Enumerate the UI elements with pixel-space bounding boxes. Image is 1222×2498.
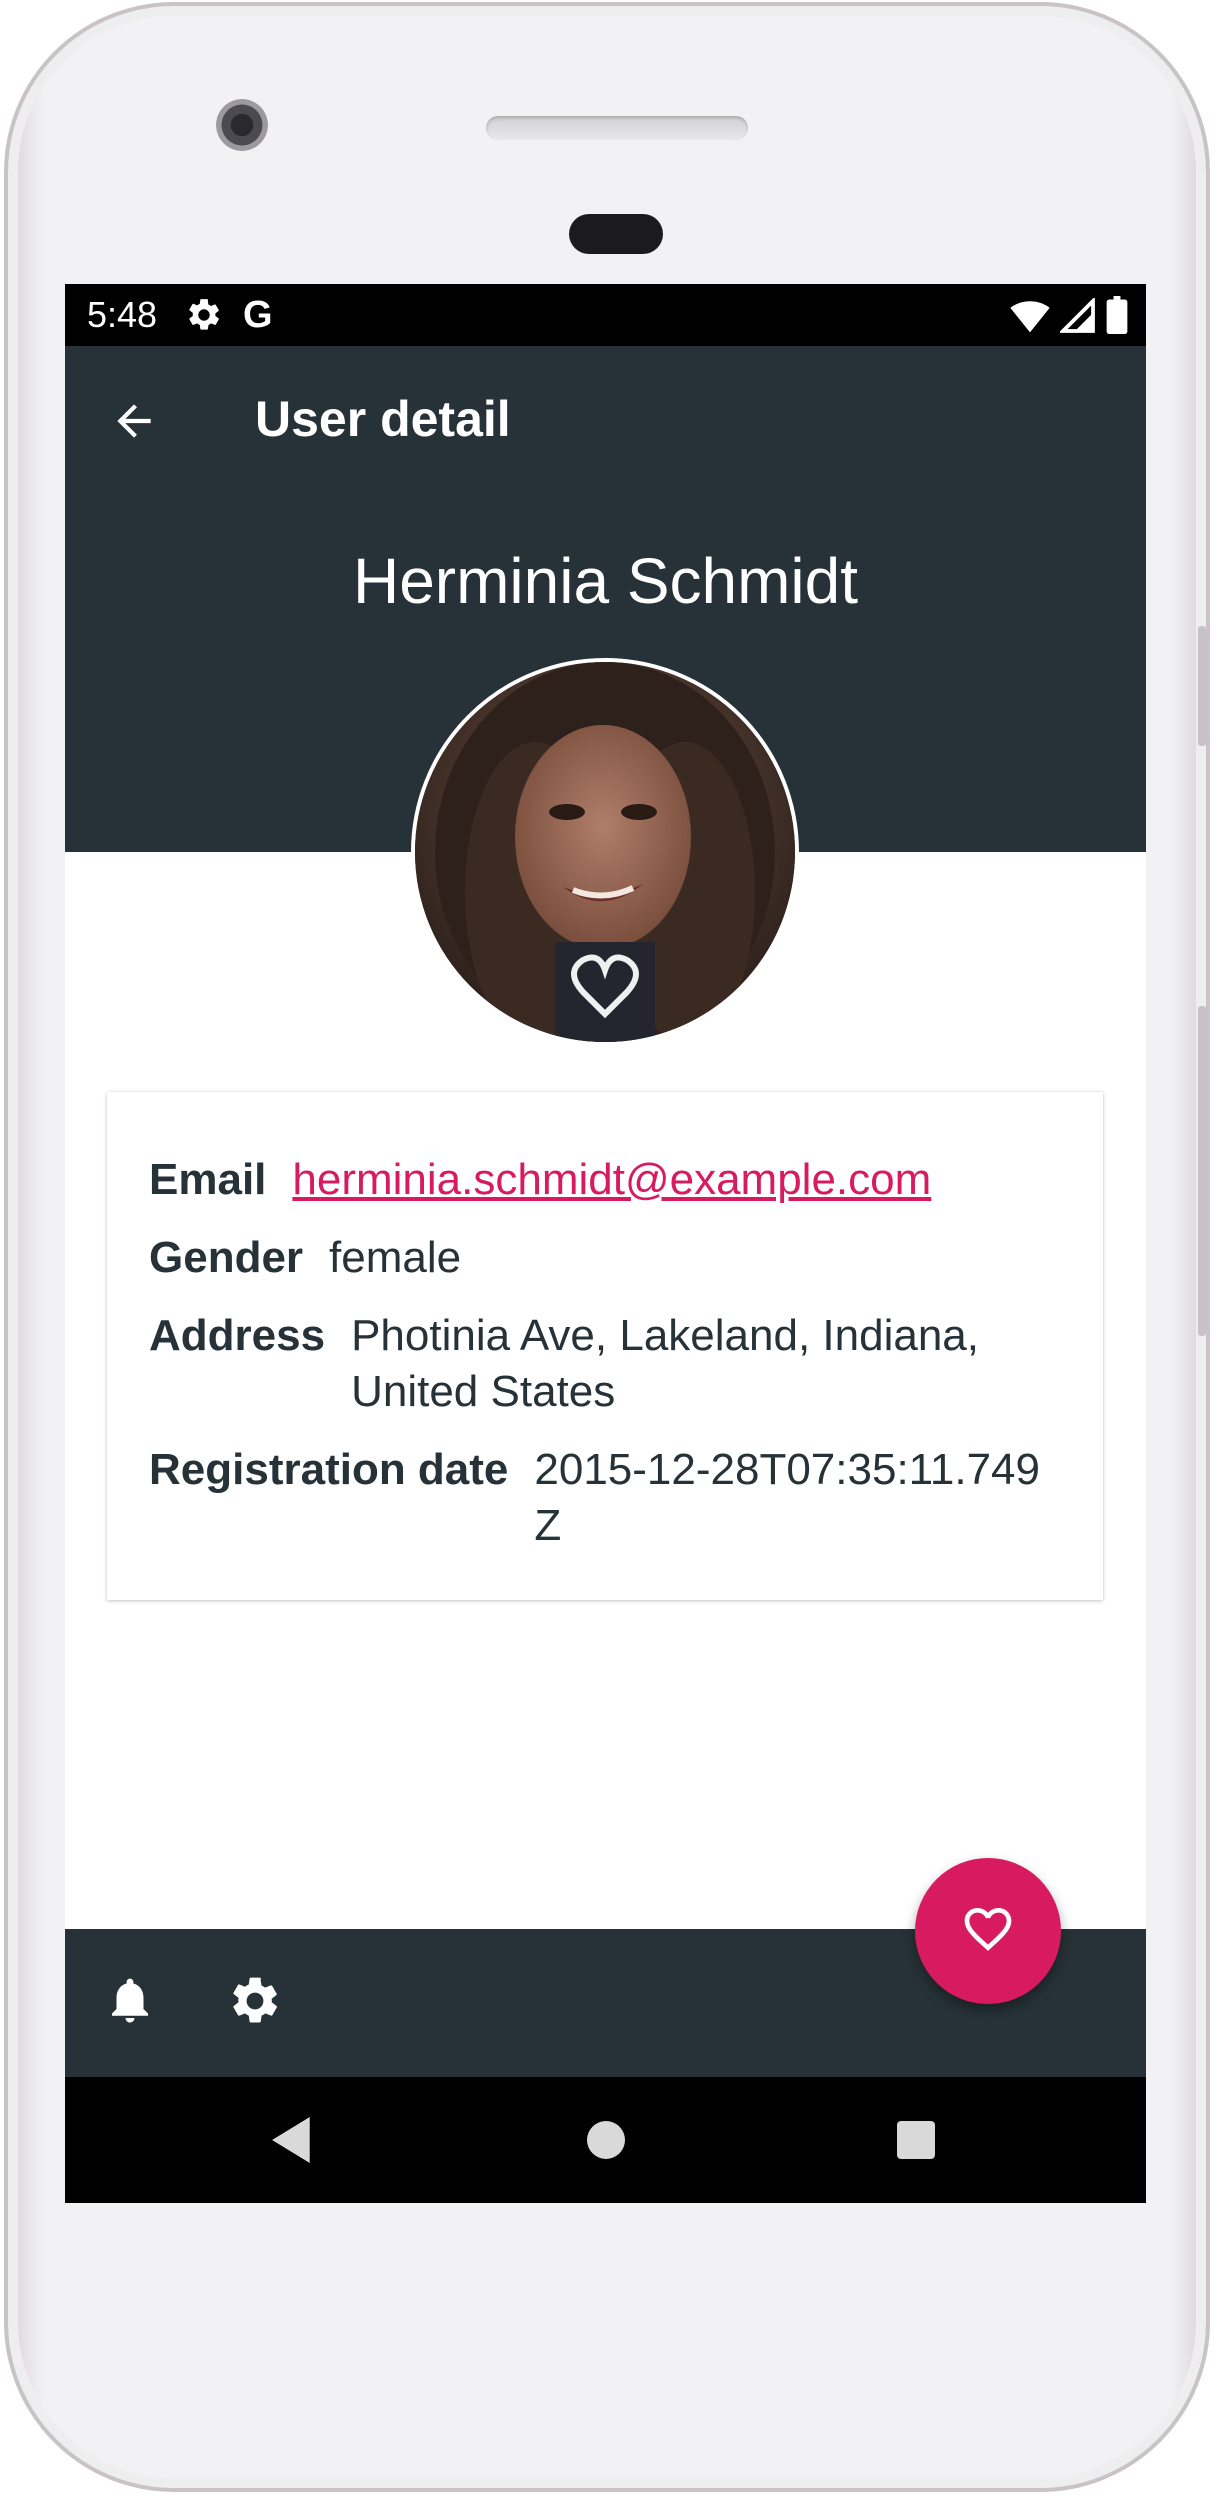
gear-icon [185, 296, 223, 339]
address-value: Photinia Ave, Lakeland, Indiana, United … [351, 1311, 979, 1416]
system-nav-bar [65, 2077, 1146, 2203]
registration-value: 2015-12-28T07:35:11.749Z [534, 1445, 1040, 1550]
email-link[interactable]: herminia.schmidt@example.com [292, 1152, 931, 1208]
favorite-fab-button[interactable] [915, 1858, 1061, 2004]
heart-outline-icon [960, 1901, 1016, 1962]
volume-button [1198, 626, 1206, 746]
earpiece-speaker [486, 116, 748, 140]
status-indicators [1010, 296, 1128, 339]
gender-label: Gender [149, 1233, 304, 1282]
user-name: Herminia Schmidt [352, 545, 859, 617]
registration-label: Registration date [149, 1445, 509, 1494]
front-camera [216, 99, 268, 151]
email-label: Email [149, 1155, 267, 1204]
nav-recents-icon[interactable] [897, 2121, 935, 2159]
screen: 5:48 G User detail Herminia Schmidt Emai… [65, 284, 1146, 2203]
arrow-back-icon[interactable] [109, 396, 159, 446]
settings-icon[interactable] [227, 1973, 283, 2034]
page-title: User detail [255, 391, 511, 447]
gender-row: Gender female [149, 1230, 1063, 1286]
power-button [1198, 1006, 1206, 1336]
bell-icon[interactable] [103, 1973, 157, 2032]
proximity-sensor [569, 214, 663, 254]
google-icon: G [243, 293, 273, 336]
app-bar: User detail [65, 346, 1146, 494]
nav-home-icon[interactable] [587, 2121, 625, 2159]
address-label: Address [149, 1311, 326, 1360]
wifi-icon [1010, 298, 1050, 339]
email-row: Email herminia.schmidt@example.com [149, 1152, 1063, 1208]
nav-back-icon[interactable] [271, 2117, 315, 2168]
registration-row: Registration date 2015-12-28T07:35:11.74… [149, 1442, 1063, 1554]
avatar [411, 658, 799, 1046]
battery-icon [1106, 296, 1128, 339]
status-bar: 5:48 G [65, 284, 1146, 346]
status-time: 5:48 [87, 294, 158, 335]
signal-icon [1058, 296, 1096, 339]
gender-value: female [329, 1233, 462, 1282]
address-row: Address Photinia Ave, Lakeland, Indiana,… [149, 1308, 1063, 1420]
user-detail-card: Email herminia.schmidt@example.com Gende… [107, 1092, 1103, 1600]
